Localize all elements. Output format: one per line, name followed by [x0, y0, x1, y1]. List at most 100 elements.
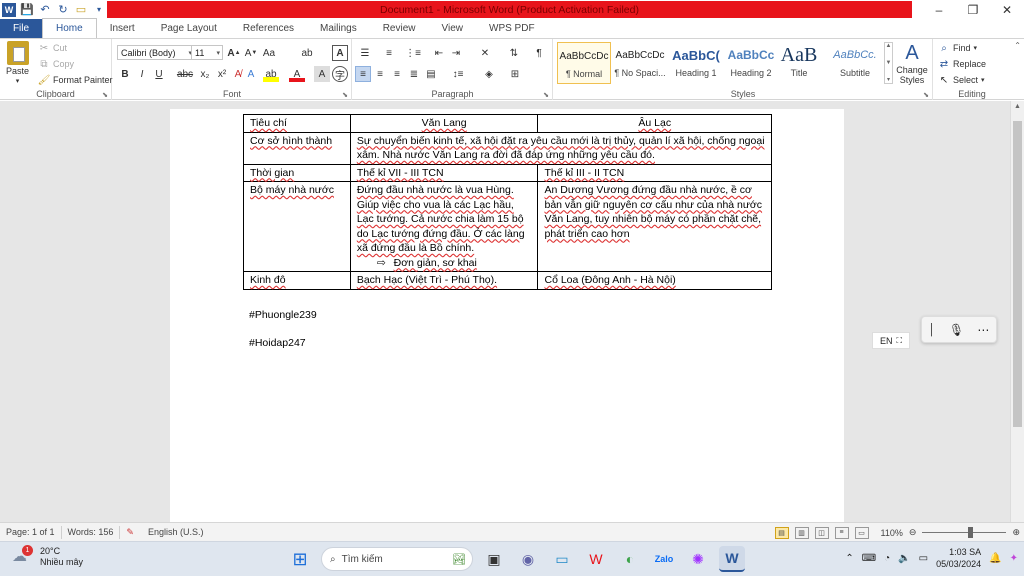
table-cell[interactable]: Bạch Hạc (Việt Trì - Phú Thọ).	[349, 271, 539, 290]
clipboard-launcher-icon[interactable]: ⬊	[102, 91, 108, 99]
table-header-cell[interactable]: Âu Lạc	[537, 114, 772, 133]
zoom-slider-thumb[interactable]	[968, 527, 974, 538]
change-styles-button[interactable]: A Change Styles	[895, 41, 929, 85]
tab-page-layout[interactable]: Page Layout	[148, 19, 230, 38]
char-border-icon[interactable]: A	[332, 45, 348, 61]
zoom-slider[interactable]	[922, 527, 1007, 538]
subscript-icon[interactable]: x₂	[197, 66, 213, 82]
tab-references[interactable]: References	[230, 19, 307, 38]
battery-icon[interactable]: ▭	[919, 553, 928, 564]
teams-chat-icon[interactable]: ◉	[515, 546, 541, 572]
font-color-icon[interactable]: A	[289, 66, 305, 82]
word-taskbar-icon[interactable]: W	[719, 546, 745, 572]
print-layout-icon[interactable]: ▤	[774, 526, 789, 539]
align-right-icon[interactable]: ≡	[389, 66, 405, 82]
highlight-icon[interactable]: ab	[263, 66, 279, 82]
messenger-icon[interactable]: ✺	[685, 546, 711, 572]
justify-icon[interactable]: ≣	[406, 66, 422, 82]
vertical-scrollbar[interactable]: ▲	[1010, 101, 1024, 522]
text-effects-icon[interactable]: A	[243, 66, 259, 82]
table-cell[interactable]: Kinh đô	[243, 271, 351, 290]
notification-bell-icon[interactable]: 🔔	[989, 553, 1001, 564]
close-button[interactable]: ✕	[990, 0, 1024, 19]
distributed-icon[interactable]: ▤	[423, 66, 439, 82]
tab-wps-pdf[interactable]: WPS PDF	[476, 19, 548, 38]
font-launcher-icon[interactable]: ⬊	[342, 91, 348, 99]
show-marks-icon[interactable]: ¶	[531, 45, 547, 61]
volume-icon[interactable]: 🔈	[898, 553, 910, 564]
find-button[interactable]: ⌕ Find ▾	[938, 42, 977, 54]
style-normal[interactable]: AaBbCcDc ¶ Normal	[557, 42, 611, 84]
coccoc-browser-icon[interactable]: ◐	[617, 546, 643, 572]
tab-home[interactable]: Home	[42, 18, 97, 38]
table-cell[interactable]: Cổ Loa (Đông Anh - Hà Nội)	[537, 271, 772, 290]
enclose-char-icon[interactable]: 字	[332, 66, 348, 82]
paste-button[interactable]: Paste ▾	[6, 41, 29, 85]
draft-icon[interactable]: ▭	[854, 526, 869, 539]
copy-button[interactable]: ⧉ Copy	[38, 58, 74, 70]
full-screen-reading-icon[interactable]: ▥	[794, 526, 809, 539]
weather-widget[interactable]: ☁ 1 20°C Nhiều mây	[12, 545, 83, 568]
tab-insert[interactable]: Insert	[97, 19, 148, 38]
wps-office-icon[interactable]: W	[583, 546, 609, 572]
more-options-icon[interactable]: ⋯	[977, 323, 989, 337]
web-layout-icon[interactable]: ◫	[814, 526, 829, 539]
decrease-indent-icon[interactable]: ⇤	[431, 45, 447, 61]
microphone-icon[interactable]: 🎙	[949, 323, 964, 337]
tab-mailings[interactable]: Mailings	[307, 19, 370, 38]
styles-launcher-icon[interactable]: ⬊	[923, 91, 929, 99]
tab-view[interactable]: View	[429, 19, 477, 38]
underline-icon[interactable]: U	[151, 66, 167, 82]
numbering-icon[interactable]: ≡	[381, 45, 397, 61]
proofing-status[interactable]: ✎	[120, 526, 140, 539]
change-case-icon[interactable]: Aa	[261, 45, 277, 61]
table-cell[interactable]: Sự chuyển biến kinh tế, xã hội đặt ra yê…	[349, 131, 773, 165]
table-cell[interactable]: Bộ máy nhà nước	[243, 181, 351, 272]
bold-icon[interactable]: B	[117, 66, 133, 82]
italic-icon[interactable]: I	[134, 66, 150, 82]
zoom-out-icon[interactable]: ⊖	[909, 527, 917, 538]
copilot-icon[interactable]: ✦	[1010, 553, 1018, 564]
tab-review[interactable]: Review	[370, 19, 429, 38]
style-no-spacing[interactable]: AaBbCcDc ¶ No Spaci...	[613, 42, 667, 84]
replace-button[interactable]: ⇄ Replace	[938, 58, 986, 70]
strikethrough-icon[interactable]: abc	[177, 66, 193, 82]
borders-icon[interactable]: ⊞	[507, 66, 523, 82]
page-count[interactable]: Page: 1 of 1	[0, 525, 62, 539]
wifi-icon[interactable]: ◔	[884, 553, 890, 564]
clock[interactable]: 1:03 SA 05/03/2024	[936, 546, 981, 570]
table-header-cell[interactable]: Tiêu chí	[243, 114, 351, 133]
cut-button[interactable]: ✂ Cut	[38, 42, 67, 54]
document-page[interactable]: Tiêu chí Văn Lang Âu Lạc Cơ sở hình thàn…	[170, 109, 844, 522]
language-tray-icon[interactable]: ⌨	[862, 553, 876, 564]
undo-icon[interactable]: ↶	[38, 3, 52, 17]
style-subtitle[interactable]: AaBbCc. Subtitle	[828, 42, 882, 84]
grow-font-icon[interactable]: A ▲	[226, 45, 242, 61]
task-view-icon[interactable]: ▣	[481, 546, 507, 572]
style-heading-2[interactable]: AaBbCc Heading 2	[724, 42, 778, 84]
align-center-icon[interactable]: ≡	[372, 66, 388, 82]
hashtag-paragraph-2[interactable]: #Hoidap247	[249, 337, 306, 349]
taskbar-search[interactable]: ⌕ Tìm kiếm 🏞	[321, 547, 473, 571]
minimize-button[interactable]: –	[922, 0, 956, 19]
superscript-icon[interactable]: x²	[214, 66, 230, 82]
outline-icon[interactable]: ≡	[834, 526, 849, 539]
redo-icon[interactable]: ↻	[56, 3, 70, 17]
save-icon[interactable]: 💾	[20, 3, 34, 17]
open-folder-icon[interactable]: ▭	[74, 3, 88, 17]
table-cell[interactable]: Đứng đầu nhà nước là vua Hùng. Giúp việc…	[349, 181, 539, 272]
qat-customize-icon[interactable]: ▾	[92, 3, 106, 17]
table-cell[interactable]: Cơ sở hình thành	[243, 131, 351, 165]
table-cell[interactable]: Thời gian	[243, 163, 351, 182]
sort-icon[interactable]: ⇅	[506, 45, 522, 61]
shading-icon[interactable]: ◈	[481, 66, 497, 82]
table-cell[interactable]: Thế kỉ III - II TCN	[537, 163, 772, 182]
restore-button[interactable]: ❐	[956, 0, 990, 19]
drag-handle-icon[interactable]: │	[929, 324, 936, 336]
scrollbar-thumb[interactable]	[1013, 121, 1022, 427]
table-cell[interactable]: Thế kỉ VII - III TCN	[349, 163, 539, 182]
zoom-level[interactable]: 110%	[881, 528, 903, 538]
font-size-combo[interactable]: 11 ▾	[191, 45, 223, 60]
table-cell[interactable]: An Dương Vương đứng đầu nhà nước, ề cơ b…	[537, 181, 772, 272]
desktop-icon[interactable]: ▭	[549, 546, 575, 572]
